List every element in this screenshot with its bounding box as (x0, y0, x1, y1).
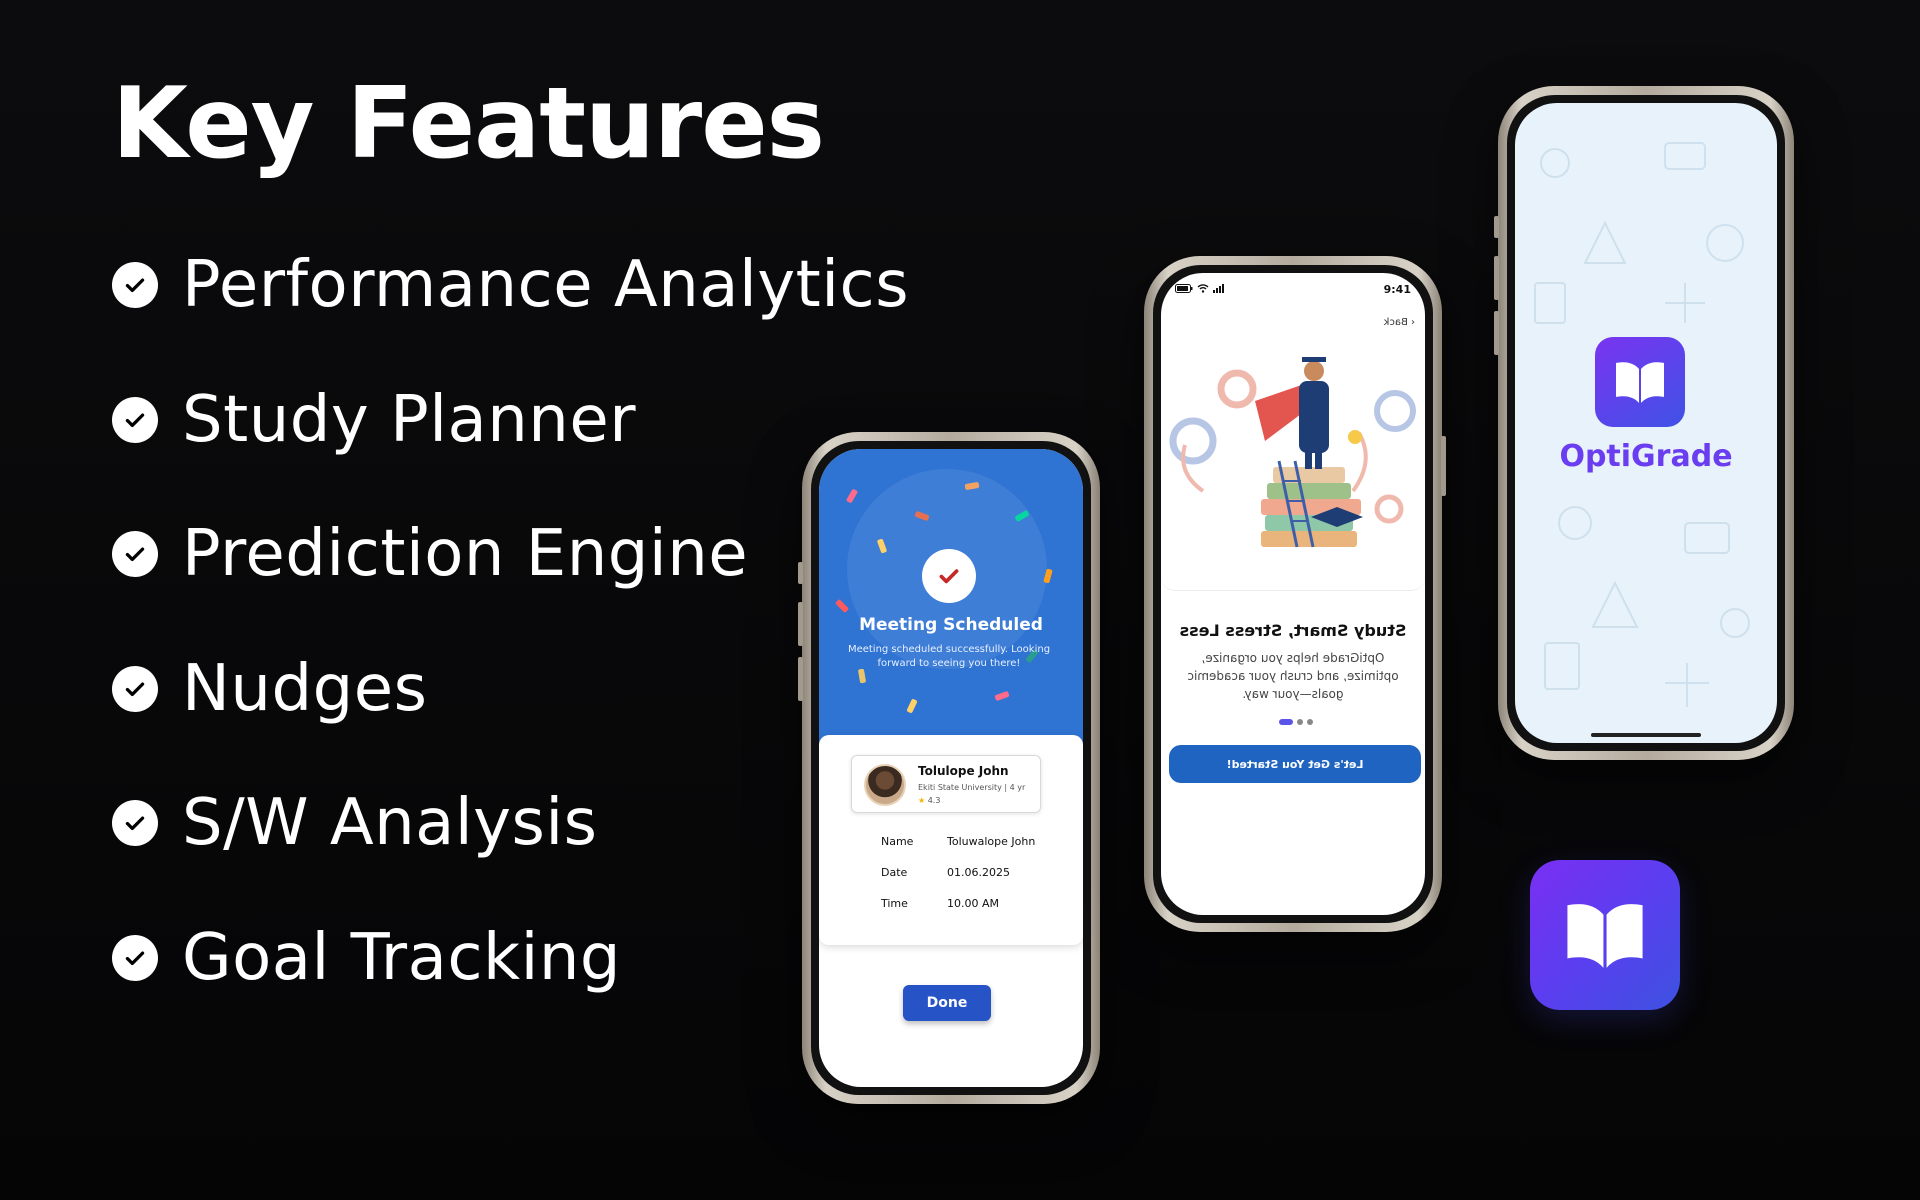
back-label: Back (1383, 317, 1408, 328)
feature-label: Goal Tracking (182, 920, 622, 995)
graduate-illustration-svg (1169, 357, 1416, 548)
onboarding-title: Study Smart, Stress Less (1179, 621, 1407, 640)
detail-row: Time 10.00 AM (881, 897, 999, 910)
detail-key: Name (881, 835, 914, 848)
phone-onboarding-mockup: 9:41 ‹ Back Study Smart, Stress Less Opt… (1144, 256, 1446, 932)
phone-bezel: 9:41 ‹ Back Study Smart, Stress Less Opt… (1153, 265, 1433, 923)
battery-icon (1175, 283, 1193, 296)
wifi-icon (1197, 283, 1209, 296)
feature-label: S/W Analysis (182, 786, 598, 861)
phone-meeting-mockup: Meeting Scheduled Meeting scheduled succ… (798, 432, 1100, 1104)
success-check-icon (922, 549, 976, 603)
confetti-piece (834, 598, 850, 614)
phone-side-button (1494, 216, 1499, 238)
brand-name: OptiGrade (1559, 439, 1733, 474)
confetti-piece (906, 698, 918, 714)
profile-university: Ekiti State University | 4 yr (918, 783, 1026, 792)
profile-name: Tolulope John (918, 764, 1009, 778)
phone-screen: OptiGrade (1515, 103, 1777, 743)
page-dot-active[interactable] (1279, 719, 1293, 725)
book-icon (1567, 904, 1643, 968)
feature-item: Prediction Engine (112, 487, 909, 622)
phone-bezel: OptiGrade (1507, 95, 1785, 751)
home-indicator (1591, 733, 1701, 737)
feature-label: Study Planner (182, 382, 637, 457)
check-icon (112, 262, 158, 309)
status-time: 9:41 (1383, 283, 1411, 296)
feature-item: Performance Analytics (112, 218, 909, 353)
onboarding-body: OptiGrade helps you organize, optimize, … (1187, 651, 1399, 701)
status-bar: 9:41 (1175, 283, 1411, 297)
done-button[interactable]: Done (903, 985, 991, 1021)
phone-side-button (798, 657, 803, 701)
phone-screen: Meeting Scheduled Meeting scheduled succ… (819, 449, 1083, 1087)
pagination-dots (1279, 719, 1313, 725)
back-link[interactable]: ‹ Back (1384, 317, 1415, 328)
phone-screen: 9:41 ‹ Back Study Smart, Stress Less Opt… (1161, 273, 1425, 915)
feature-item: Goal Tracking (112, 891, 909, 1026)
page-dot[interactable] (1307, 719, 1313, 725)
detail-row: Date 01.06.2025 (881, 866, 1010, 879)
confetti-piece (994, 690, 1010, 702)
detail-key: Date (881, 866, 908, 879)
success-header: Meeting Scheduled Meeting scheduled succ… (819, 449, 1083, 749)
meeting-details-card: Tolulope John Ekiti State University | 4… (819, 735, 1083, 945)
feature-item: S/W Analysis (112, 756, 909, 891)
signal-icon (1213, 283, 1225, 296)
feature-label: Prediction Engine (182, 517, 749, 592)
detail-value: 01.06.2025 (947, 866, 1010, 879)
feature-list: Performance Analytics Study Planner Pred… (112, 218, 909, 1025)
feature-label: Performance Analytics (182, 248, 910, 323)
check-icon (112, 665, 158, 712)
detail-value: 10.00 AM (947, 897, 1000, 910)
confetti-piece (845, 488, 859, 504)
meeting-subtitle: Meeting scheduled successfully. Looking … (847, 644, 1051, 669)
star-icon: ★ (918, 796, 926, 805)
get-started-button[interactable]: Let's Get You Started! (1169, 745, 1421, 783)
phone-side-button (1441, 436, 1446, 496)
avatar (864, 764, 906, 806)
phone-side-button (1494, 256, 1499, 300)
rating-value: 4.3 (927, 796, 941, 805)
meeting-title: Meeting Scheduled (859, 615, 1043, 635)
app-icon (1530, 860, 1680, 1010)
phone-splash-mockup: OptiGrade (1494, 86, 1794, 760)
check-icon (112, 800, 158, 847)
phone-bezel: Meeting Scheduled Meeting scheduled succ… (811, 441, 1091, 1095)
book-icon (1616, 362, 1664, 403)
check-icon (112, 396, 158, 443)
chevron-left-icon: ‹ (1407, 317, 1415, 328)
feature-item: Nudges (112, 622, 909, 757)
phone-side-button (1494, 311, 1499, 355)
detail-value: Toluwalope John (947, 835, 1036, 848)
detail-row: Name Toluwalope John (881, 835, 1035, 848)
app-logo (1595, 337, 1685, 427)
feature-label: Nudges (182, 651, 428, 726)
status-icons (1175, 283, 1225, 296)
phone-side-button (798, 562, 803, 584)
profile-card[interactable]: Tolulope John Ekiti State University | 4… (851, 755, 1041, 813)
phone-side-button (798, 602, 803, 646)
profile-rating: ★ 4.3 (918, 796, 940, 805)
detail-key: Time (881, 897, 908, 910)
feature-item: Study Planner (112, 353, 909, 488)
check-icon (112, 531, 158, 578)
graduate-illustration (1161, 341, 1425, 591)
page-title: Key Features (112, 67, 825, 181)
page-dot[interactable] (1297, 719, 1303, 725)
check-icon (112, 934, 158, 981)
